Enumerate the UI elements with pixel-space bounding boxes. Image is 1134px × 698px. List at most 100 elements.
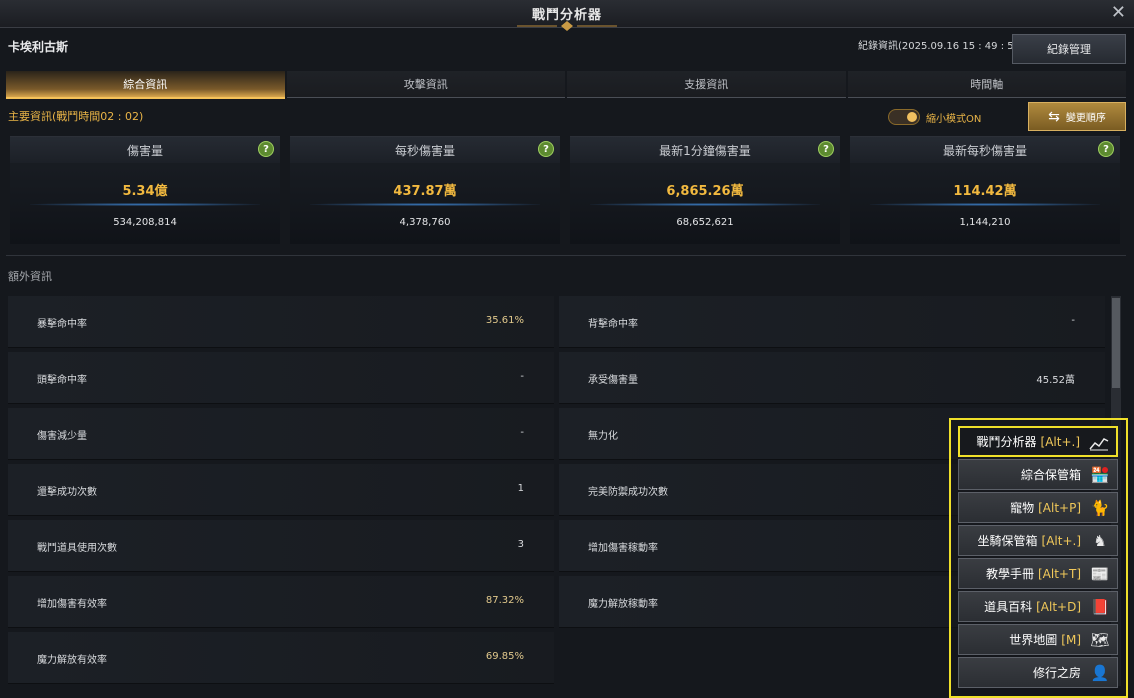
close-icon[interactable]: ✕	[1111, 2, 1126, 23]
row-value: -	[520, 427, 524, 438]
storage-icon: 🏪	[1090, 466, 1110, 484]
training-room-icon: 👤	[1090, 664, 1110, 682]
menu-item-label: 寵物	[1010, 501, 1035, 515]
menu-item-world-map[interactable]: 世界地圖 [M] 🗺	[958, 624, 1118, 655]
stat-card-dps: 每秒傷害量 ? 437.87萬 4,378,760	[290, 136, 560, 244]
list-item: 背擊命中率 -	[559, 296, 1105, 348]
stat-card-value: 6,865.26萬	[666, 184, 744, 199]
list-item: 暴擊命中率 35.61%	[8, 296, 554, 348]
row-label: 頭擊命中率	[37, 375, 87, 386]
help-icon[interactable]: ?	[1098, 141, 1114, 157]
scrollbar-thumb[interactable]	[1112, 298, 1120, 388]
book-icon: 📕	[1090, 598, 1110, 616]
menu-item-label: 修行之房	[1032, 666, 1081, 680]
row-label: 背擊命中率	[588, 319, 638, 330]
stat-card-exact: 534,208,814	[113, 217, 177, 228]
stat-card-title: 最新每秒傷害量	[850, 137, 1120, 163]
change-order-button[interactable]: ⇆ 變更順序	[1028, 102, 1126, 131]
list-item: 頭擊命中率 -	[8, 352, 554, 404]
row-label: 魔力解放稼動率	[588, 599, 658, 610]
help-icon[interactable]: ?	[818, 141, 834, 157]
menu-item-pet[interactable]: 寵物 [Alt+P] 🐈	[958, 492, 1118, 523]
row-label: 還擊成功次數	[37, 487, 97, 498]
stat-card-title: 每秒傷害量	[290, 137, 560, 163]
help-icon[interactable]: ?	[538, 141, 554, 157]
menu-item-accel: [M]	[1061, 632, 1081, 647]
row-label: 戰鬥道具使用次數	[37, 543, 117, 554]
stat-card-value: 5.34億	[122, 184, 168, 199]
menu-item-encyclopedia[interactable]: 道具百科 [Alt+D] 📕	[958, 591, 1118, 622]
stat-card-glow	[870, 203, 1100, 206]
record-manage-button[interactable]: 紀錄管理	[1012, 34, 1126, 64]
row-label: 完美防禦成功次數	[588, 487, 668, 498]
menu-item-label: 坐騎保管箱	[977, 534, 1038, 548]
tab-bar: 綜合資訊 攻擊資訊 支援資訊 時間軸	[6, 71, 1126, 99]
row-label: 承受傷害量	[588, 375, 638, 386]
row-value: -	[520, 371, 524, 382]
list-item: 戰鬥道具使用次數 3	[8, 520, 554, 572]
row-value: 3	[517, 539, 524, 550]
swap-icon: ⇆	[1048, 108, 1060, 125]
row-label: 魔力解放有效率	[37, 655, 107, 666]
list-item: 還擊成功次數 1	[8, 464, 554, 516]
compact-mode-toggle[interactable]	[888, 109, 920, 125]
extra-info-label: 額外資訊	[8, 270, 52, 283]
menu-item-accel: [Alt+.]	[1040, 434, 1080, 449]
row-label: 無力化	[588, 431, 618, 442]
menu-item-accel: [Alt+P]	[1038, 500, 1081, 515]
menu-item-battle-analyzer[interactable]: 戰鬥分析器 [Alt+.]	[958, 426, 1118, 457]
row-value: 69.85%	[485, 651, 524, 662]
menu-item-label: 綜合保管箱	[1020, 468, 1081, 482]
pet-icon: 🐈	[1090, 499, 1110, 517]
title-ornament-icon	[517, 21, 617, 31]
row-label: 暴擊命中率	[37, 319, 87, 330]
tab-attack[interactable]: 攻擊資訊	[286, 71, 565, 98]
menu-item-mount[interactable]: 坐騎保管箱 [Alt+.] ♞	[958, 525, 1118, 556]
tab-support[interactable]: 支援資訊	[567, 71, 846, 98]
row-value: 35.61%	[485, 315, 524, 326]
compact-mode-label: 縮小模式ON	[926, 114, 982, 125]
row-value: -	[1071, 315, 1075, 326]
map-icon: 🗺	[1090, 631, 1110, 649]
row-label: 傷害減少量	[37, 431, 87, 442]
shortcut-menu: 戰鬥分析器 [Alt+.] 綜合保管箱 🏪 寵物 [Alt+P] 🐈 坐騎保管箱 [A…	[949, 418, 1128, 698]
stat-card-last-minute: 最新1分鐘傷害量 ? 6,865.26萬 68,652,621	[570, 136, 840, 244]
stat-card-glow	[590, 203, 820, 206]
change-order-label: 變更順序	[1065, 113, 1106, 124]
notification-badge	[1102, 467, 1108, 473]
help-icon[interactable]: ?	[258, 141, 274, 157]
menu-item-storage[interactable]: 綜合保管箱 🏪	[958, 459, 1118, 490]
stat-card-value: 437.87萬	[393, 184, 457, 199]
stat-card-exact: 1,144,210	[959, 217, 1011, 228]
row-value: 45.52萬	[1036, 375, 1075, 386]
stat-card-glow	[310, 203, 540, 206]
menu-item-training-room[interactable]: 修行之房 👤	[958, 657, 1118, 688]
chart-icon	[1088, 433, 1110, 453]
row-value: 1	[517, 483, 524, 494]
list-item: 承受傷害量 45.52萬	[559, 352, 1105, 404]
stat-card-exact: 68,652,621	[676, 217, 734, 228]
list-item: 傷害減少量 -	[8, 408, 554, 460]
row-label: 增加傷害稼動率	[588, 543, 658, 554]
menu-item-label: 教學手冊	[985, 567, 1034, 581]
stat-card-title: 傷害量	[10, 137, 280, 163]
stat-card-exact: 4,378,760	[399, 217, 451, 228]
record-info: 紀錄資訊(2025.09.16 15 : 49 : 58)	[858, 41, 1024, 52]
menu-item-accel: [Alt+D]	[1036, 599, 1081, 614]
window-titlebar: 戰鬥分析器 ✕	[0, 0, 1134, 31]
list-item: 魔力解放有效率 69.85%	[8, 632, 554, 684]
main-info-label: 主要資訊(戰鬥時間02 : 02)	[8, 110, 144, 123]
stat-card-value: 114.42萬	[953, 184, 1017, 199]
row-label: 增加傷害有效率	[37, 599, 107, 610]
stat-card-title: 最新1分鐘傷害量	[570, 137, 840, 163]
menu-item-label: 道具百科	[984, 600, 1033, 614]
tab-timeline[interactable]: 時間軸	[847, 71, 1126, 98]
list-item: 增加傷害有效率 87.32%	[8, 576, 554, 628]
stat-card-latest-dps: 最新每秒傷害量 ? 114.42萬 1,144,210	[850, 136, 1120, 244]
manual-icon: 📰	[1090, 565, 1110, 583]
menu-item-label: 戰鬥分析器	[976, 435, 1037, 449]
horse-icon: ♞	[1093, 532, 1107, 550]
tab-overview[interactable]: 綜合資訊	[6, 71, 285, 99]
stat-card-damage: 傷害量 ? 5.34億 534,208,814	[10, 136, 280, 244]
menu-item-manual[interactable]: 教學手冊 [Alt+T] 📰	[958, 558, 1118, 589]
